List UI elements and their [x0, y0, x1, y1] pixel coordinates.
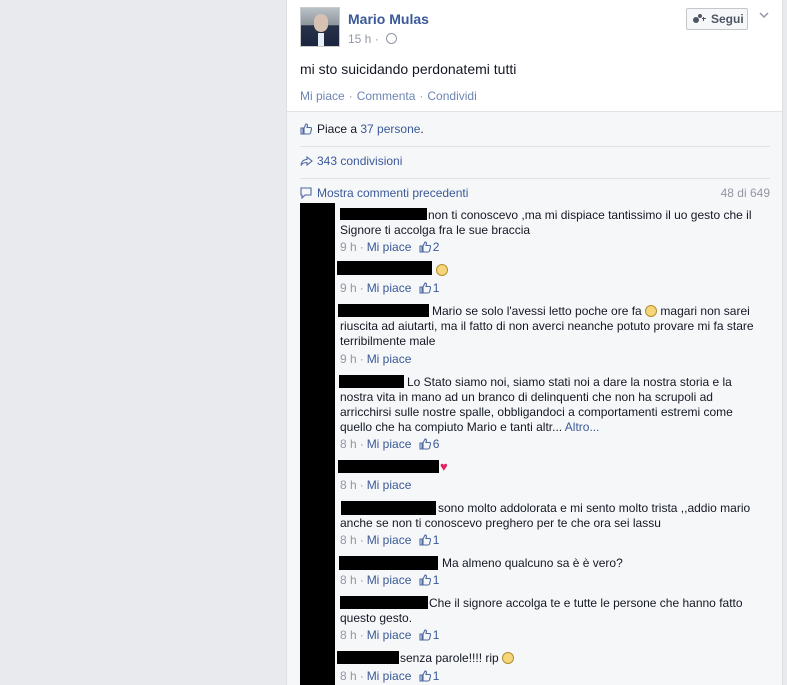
shares-link[interactable]: 343 condivisioni [317, 154, 402, 168]
comment-like-link[interactable]: Mi piace [367, 352, 412, 366]
comment-text-part1: Mario se solo l'avessi letto poche ore f… [432, 304, 642, 318]
thumbs-up-icon [419, 282, 431, 294]
comment-text: senza parole!!!! rip [400, 651, 760, 666]
redacted-name [338, 460, 439, 473]
sad-icon [502, 652, 515, 664]
divider [300, 146, 770, 147]
comment-meta: 8 h · Mi piace 1 [340, 628, 440, 642]
post-meta: 15 h · [348, 32, 398, 46]
comment-time[interactable]: 9 h [340, 240, 357, 254]
comment-body: Lo Stato siamo noi, siamo stati noi a da… [340, 375, 733, 434]
thumbs-up-icon [419, 438, 431, 450]
redacted-name [337, 261, 432, 275]
comment-meta: 9 h · Mi piace 1 [340, 281, 440, 295]
comment-time[interactable]: 8 h [340, 573, 357, 587]
comment-text: Che il signore accolga te e tutte le per… [340, 596, 743, 625]
author-avatar[interactable] [300, 7, 340, 47]
follow-icon [693, 14, 706, 24]
comment-count: 48 di 649 [720, 186, 770, 200]
share-action[interactable]: Condividi [427, 89, 476, 103]
comment-meta: 8 h · Mi piace 1 [340, 533, 440, 547]
share-arrow-icon [300, 155, 313, 167]
comment-like-count[interactable]: 2 [433, 240, 440, 254]
comment-meta: 8 h · Mi piace 6 [340, 437, 440, 451]
see-more-link[interactable]: Altro... [565, 420, 600, 434]
likes-people-link[interactable]: 37 persone [360, 122, 420, 136]
show-more-comments[interactable]: Mostra commenti precedenti [300, 186, 468, 200]
comment-text: non ti conoscevo ,ma mi dispiace tantiss… [340, 208, 752, 237]
divider [300, 178, 770, 179]
smile-icon [645, 305, 658, 317]
thumbs-up-icon [419, 534, 431, 546]
follow-button[interactable]: Segui [686, 8, 748, 30]
comment-like-count[interactable]: 1 [433, 628, 440, 642]
comment-like-count[interactable]: 1 [433, 669, 440, 683]
comment-like-link[interactable]: Mi piace [367, 240, 412, 254]
post-card: Mario Mulas 15 h · Segui mi sto suicidan… [286, 0, 783, 685]
comment-meta: 9 h · Mi piace [340, 352, 412, 366]
thumbs-up-icon [419, 241, 431, 253]
author-name[interactable]: Mario Mulas [348, 11, 429, 27]
post-actions: Mi piace · Commenta · Condividi [300, 89, 477, 103]
comment-text: sono molto addolorata e mi sento molto t… [340, 501, 751, 530]
comment-time[interactable]: 8 h [340, 478, 357, 492]
comment-like-link[interactable]: Mi piace [367, 628, 412, 642]
smile-icon [436, 264, 448, 276]
like-action[interactable]: Mi piace [300, 89, 345, 103]
comment-like-link[interactable]: Mi piace [367, 437, 412, 451]
globe-icon [386, 33, 398, 44]
thumbs-up-icon [300, 123, 312, 135]
comment-action[interactable]: Commenta [357, 89, 416, 103]
comment-like-count[interactable]: 1 [433, 281, 440, 295]
follow-label: Segui [711, 12, 744, 26]
shares-summary[interactable]: 343 condivisioni [300, 154, 402, 168]
redacted-name [339, 556, 438, 570]
comment-meta: 8 h · Mi piace 1 [340, 669, 440, 683]
comment-body: senza parole!!!! rip [400, 651, 499, 665]
comment-like-count[interactable]: 6 [433, 437, 440, 451]
likes-summary: Piace a 37 persone. [300, 122, 424, 136]
show-more-comments-label: Mostra commenti precedenti [317, 186, 469, 200]
post-time[interactable]: 15 h [348, 32, 371, 46]
comment-meta: 8 h · Mi piace [340, 478, 412, 492]
comment-meta: 9 h · Mi piace 2 [340, 240, 440, 254]
heart-icon: ♥ [440, 459, 448, 474]
thumbs-up-icon [419, 629, 431, 641]
comment-time[interactable]: 9 h [340, 281, 357, 295]
chevron-down-icon[interactable] [759, 10, 769, 20]
likes-suffix: . [420, 122, 424, 136]
comment-text: Mario se solo l'avessi letto poche ore f… [340, 304, 760, 349]
comment-time[interactable]: 8 h [340, 669, 357, 683]
comment-time[interactable]: 8 h [340, 628, 357, 642]
thumbs-up-icon [419, 670, 431, 682]
comment-like-link[interactable]: Mi piace [367, 281, 412, 295]
post-text: mi sto suicidando perdonatemi tutti [300, 61, 517, 77]
comment-like-count[interactable]: 1 [433, 533, 440, 547]
comment-like-link[interactable]: Mi piace [367, 573, 412, 587]
redacted-avatars [300, 203, 335, 685]
redacted-name [337, 651, 399, 664]
comment-like-link[interactable]: Mi piace [367, 669, 412, 683]
comment-time[interactable]: 9 h [340, 352, 357, 366]
likes-prefix: Piace a [317, 122, 358, 136]
comment-meta: 8 h · Mi piace 1 [340, 573, 440, 587]
comment-like-link[interactable]: Mi piace [367, 478, 412, 492]
comment-like-count[interactable]: 1 [433, 573, 440, 587]
comment-text: Ma almeno qualcuno sa è è vero? [442, 556, 623, 570]
comment-like-link[interactable]: Mi piace [367, 533, 412, 547]
comment-time[interactable]: 8 h [340, 533, 357, 547]
comment-text: Lo Stato siamo noi, siamo stati noi a da… [340, 375, 760, 435]
comment-bubble-icon [300, 187, 312, 199]
comment-time[interactable]: 8 h [340, 437, 357, 451]
thumbs-up-icon [419, 574, 431, 586]
